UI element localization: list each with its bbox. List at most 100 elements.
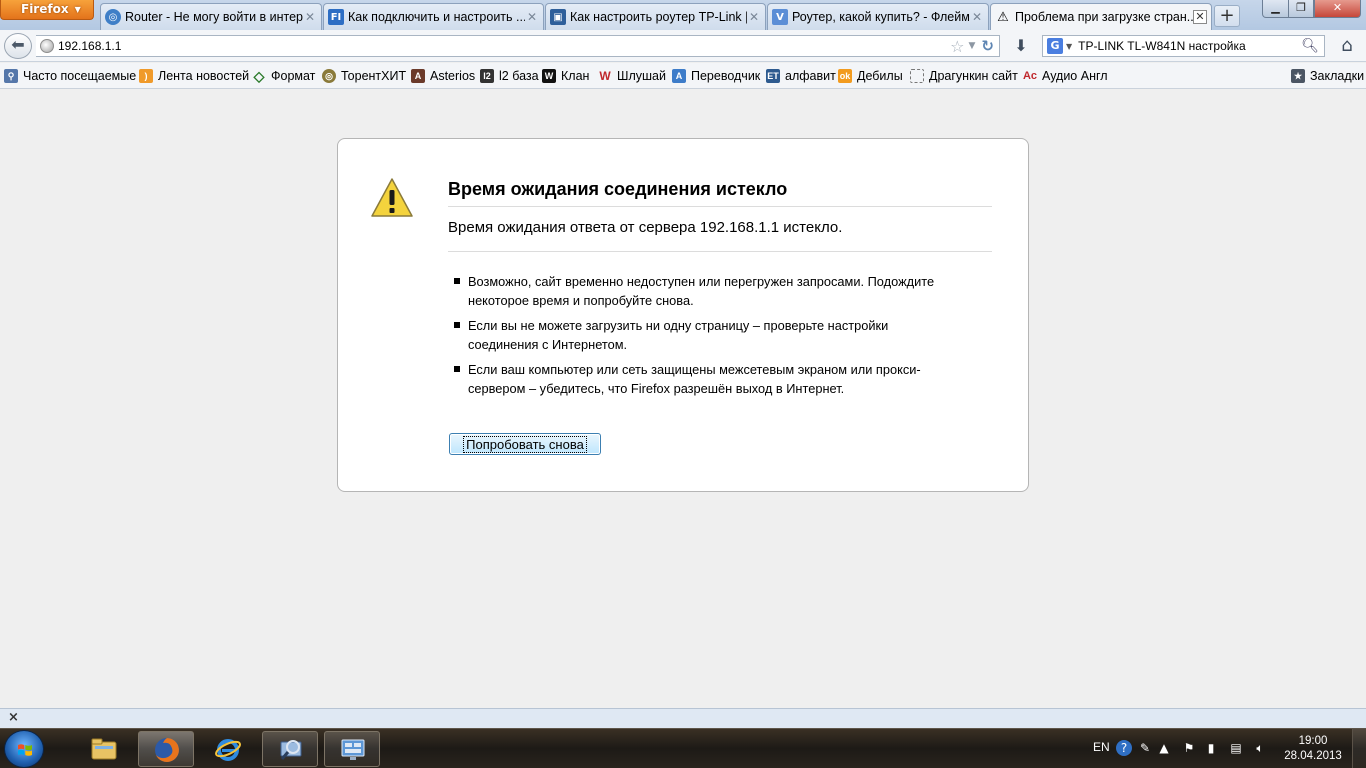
ie-icon	[215, 739, 241, 761]
error-container: Время ожидания соединения истекло Время …	[337, 138, 1029, 492]
bookmark-item[interactable]: ET алфавит	[766, 67, 836, 85]
bookmark-item[interactable]: W Шлушай	[598, 67, 666, 85]
bookmark-item[interactable]: ◇ Формат	[252, 67, 316, 85]
show-hidden-icons-icon[interactable]: ▲	[1156, 740, 1172, 756]
bookmark-label: Клан	[561, 69, 590, 83]
bookmark-item[interactable]: Драгункин сайт	[910, 67, 1018, 85]
bookmarks-toolbar: ⚲ Часто посещаемые ) Лента новостей ◇ Форма…	[0, 63, 1366, 89]
clock[interactable]: 19:00 28.04.2013	[1284, 734, 1342, 764]
start-button[interactable]	[4, 730, 44, 768]
close-icon[interactable]: ×	[8, 710, 19, 725]
suggestion-text: Если вы не можете загрузить ни одну стра…	[468, 318, 889, 352]
url-text[interactable]: 192.168.1.1	[58, 39, 950, 53]
show-desktop-button[interactable]	[1352, 729, 1366, 768]
retry-button-label: Попробовать снова	[463, 435, 587, 453]
chevron-down-icon: ▼	[74, 5, 81, 14]
tab-error-page[interactable]: ⚠ Проблема при загрузке стран... ✕	[990, 3, 1212, 30]
windows-logo-icon	[18, 744, 32, 756]
url-bar[interactable]: 192.168.1.1 ☆ ▼ ↻	[36, 35, 1000, 57]
minimize-button[interactable]: ▁	[1262, 0, 1289, 18]
navigation-toolbar: ⬅ 192.168.1.1 ☆ ▼ ↻ ⬇ G ▼ TP-LINK TL-W84…	[0, 30, 1366, 62]
new-tab-button[interactable]: +	[1214, 5, 1240, 27]
bookmark-item[interactable]: ) Лента новостей	[139, 67, 249, 85]
chevron-down-icon[interactable]: ▼	[1066, 42, 1072, 51]
taskbar: EN ? ✎ ▲ ⚑ ▮ ▤ 🔈︎ 19:00 28.04.2013	[0, 728, 1366, 768]
bookmark-item[interactable]: l2 l2 база	[480, 67, 539, 85]
page-content: Время ожидания соединения истекло Время …	[0, 90, 1366, 708]
tab-title: Как настроить роутер TP-Link |...	[570, 10, 747, 24]
tab-router[interactable]: ◎ Router - Не могу войти в интер... ✕	[100, 3, 322, 30]
network-icon[interactable]: ▤	[1228, 740, 1244, 756]
google-icon[interactable]: G	[1047, 38, 1063, 54]
bookmark-label: Драгункин сайт	[929, 69, 1018, 83]
pen-icon[interactable]: ✎	[1137, 740, 1153, 756]
asterios-icon: A	[411, 69, 425, 83]
taskbar-magnifier[interactable]	[262, 731, 318, 767]
bookmark-label: Дебилы	[857, 69, 903, 83]
battery-icon[interactable]: ▮	[1203, 740, 1219, 756]
smart-folder-icon: ⚲	[4, 69, 18, 83]
w-icon: W	[599, 69, 611, 83]
bookmark-label: Переводчик	[691, 69, 761, 83]
search-bar[interactable]: G ▼ TP-LINK TL-W841N настройка 🔍︎	[1042, 35, 1325, 57]
bookmark-item[interactable]: ⚲ Часто посещаемые	[4, 67, 136, 85]
close-icon[interactable]: ✕	[970, 10, 984, 24]
home-icon[interactable]: ⌂	[1336, 35, 1358, 57]
reload-icon[interactable]: ↻	[981, 37, 994, 55]
retry-button[interactable]: Попробовать снова	[449, 433, 601, 455]
clock-time: 19:00	[1298, 735, 1328, 747]
taskbar-explorer[interactable]	[76, 731, 132, 767]
explorer-icon	[91, 738, 117, 760]
download-icon[interactable]: ⬇	[1011, 36, 1031, 56]
blank-page-icon	[910, 69, 924, 83]
help-icon[interactable]: ?	[1116, 740, 1132, 756]
dropdown-arrow-icon[interactable]: ▼	[969, 41, 976, 51]
search-input[interactable]: TP-LINK TL-W841N настройка	[1078, 39, 1301, 53]
bullet-icon	[454, 278, 460, 284]
odnoklassniki-icon: ok	[838, 69, 852, 83]
bookmarks-menu-button[interactable]: ★ Закладки	[1291, 67, 1364, 85]
bookmark-label: l2 база	[499, 69, 539, 83]
bookmark-item[interactable]: ok Дебилы	[838, 67, 903, 85]
tab-connect[interactable]: FI Как подключить и настроить ... ✕	[323, 3, 544, 30]
translator-icon: A	[672, 69, 686, 83]
volume-icon[interactable]: 🔈︎	[1252, 740, 1268, 756]
bookmark-item[interactable]: W Клан	[542, 67, 589, 85]
bullet-icon	[454, 366, 460, 372]
bullet-icon	[454, 322, 460, 328]
bookmark-item[interactable]: Ac Аудио Англ	[1023, 67, 1108, 85]
taskbar-firefox[interactable]	[138, 731, 194, 767]
close-icon[interactable]: ✕	[303, 10, 317, 24]
taskbar-ie[interactable]	[200, 731, 256, 767]
globe-icon[interactable]	[40, 39, 54, 53]
suggestion-text: Если ваш компьютер или сеть защищены меж…	[468, 362, 921, 396]
list-item: Если вы не можете загрузить ни одну стра…	[454, 316, 954, 354]
language-indicator[interactable]: EN	[1093, 740, 1110, 754]
search-icon[interactable]: 🔍︎	[1301, 38, 1319, 54]
tab-tplink[interactable]: ▣ Как настроить роутер TP-Link |... ✕	[545, 3, 766, 30]
close-window-button[interactable]: ✕	[1314, 0, 1361, 18]
close-icon[interactable]: ✕	[525, 10, 539, 24]
addon-bar: ×	[0, 708, 1366, 728]
error-title: Время ожидания соединения истекло	[448, 179, 992, 207]
close-icon[interactable]: ✕	[1193, 10, 1207, 24]
action-center-icon[interactable]: ⚑	[1181, 740, 1197, 756]
bookmark-label: Asterios	[430, 69, 476, 83]
back-button[interactable]: ⬅	[4, 33, 32, 59]
maximize-button[interactable]: ❐	[1288, 0, 1314, 18]
taskbar-remote-desktop[interactable]	[324, 731, 380, 767]
clock-date: 28.04.2013	[1284, 750, 1342, 762]
firefox-menu-button[interactable]: Firefox ▼	[0, 0, 94, 20]
list-item: Возможно, сайт временно недоступен или п…	[454, 272, 954, 310]
bookmark-item[interactable]: ◎ ТорентХИТ	[322, 67, 406, 85]
globe-icon: ◎	[105, 9, 121, 25]
tab-strip: Firefox ▼ ◎ Router - Не могу войти в инте…	[0, 0, 1366, 30]
tab-which-router[interactable]: V Роутер, какой купить? - Флейм... ✕	[767, 3, 989, 30]
bookmark-item[interactable]: A Переводчик	[672, 67, 760, 85]
close-icon[interactable]: ✕	[747, 10, 761, 24]
bookmark-label: Лента новостей	[158, 69, 250, 83]
bookmark-item[interactable]: A Asterios	[411, 67, 475, 85]
fi-icon: FI	[328, 9, 344, 25]
bookmark-label: алфавит	[785, 69, 836, 83]
star-icon[interactable]: ☆	[950, 37, 964, 56]
